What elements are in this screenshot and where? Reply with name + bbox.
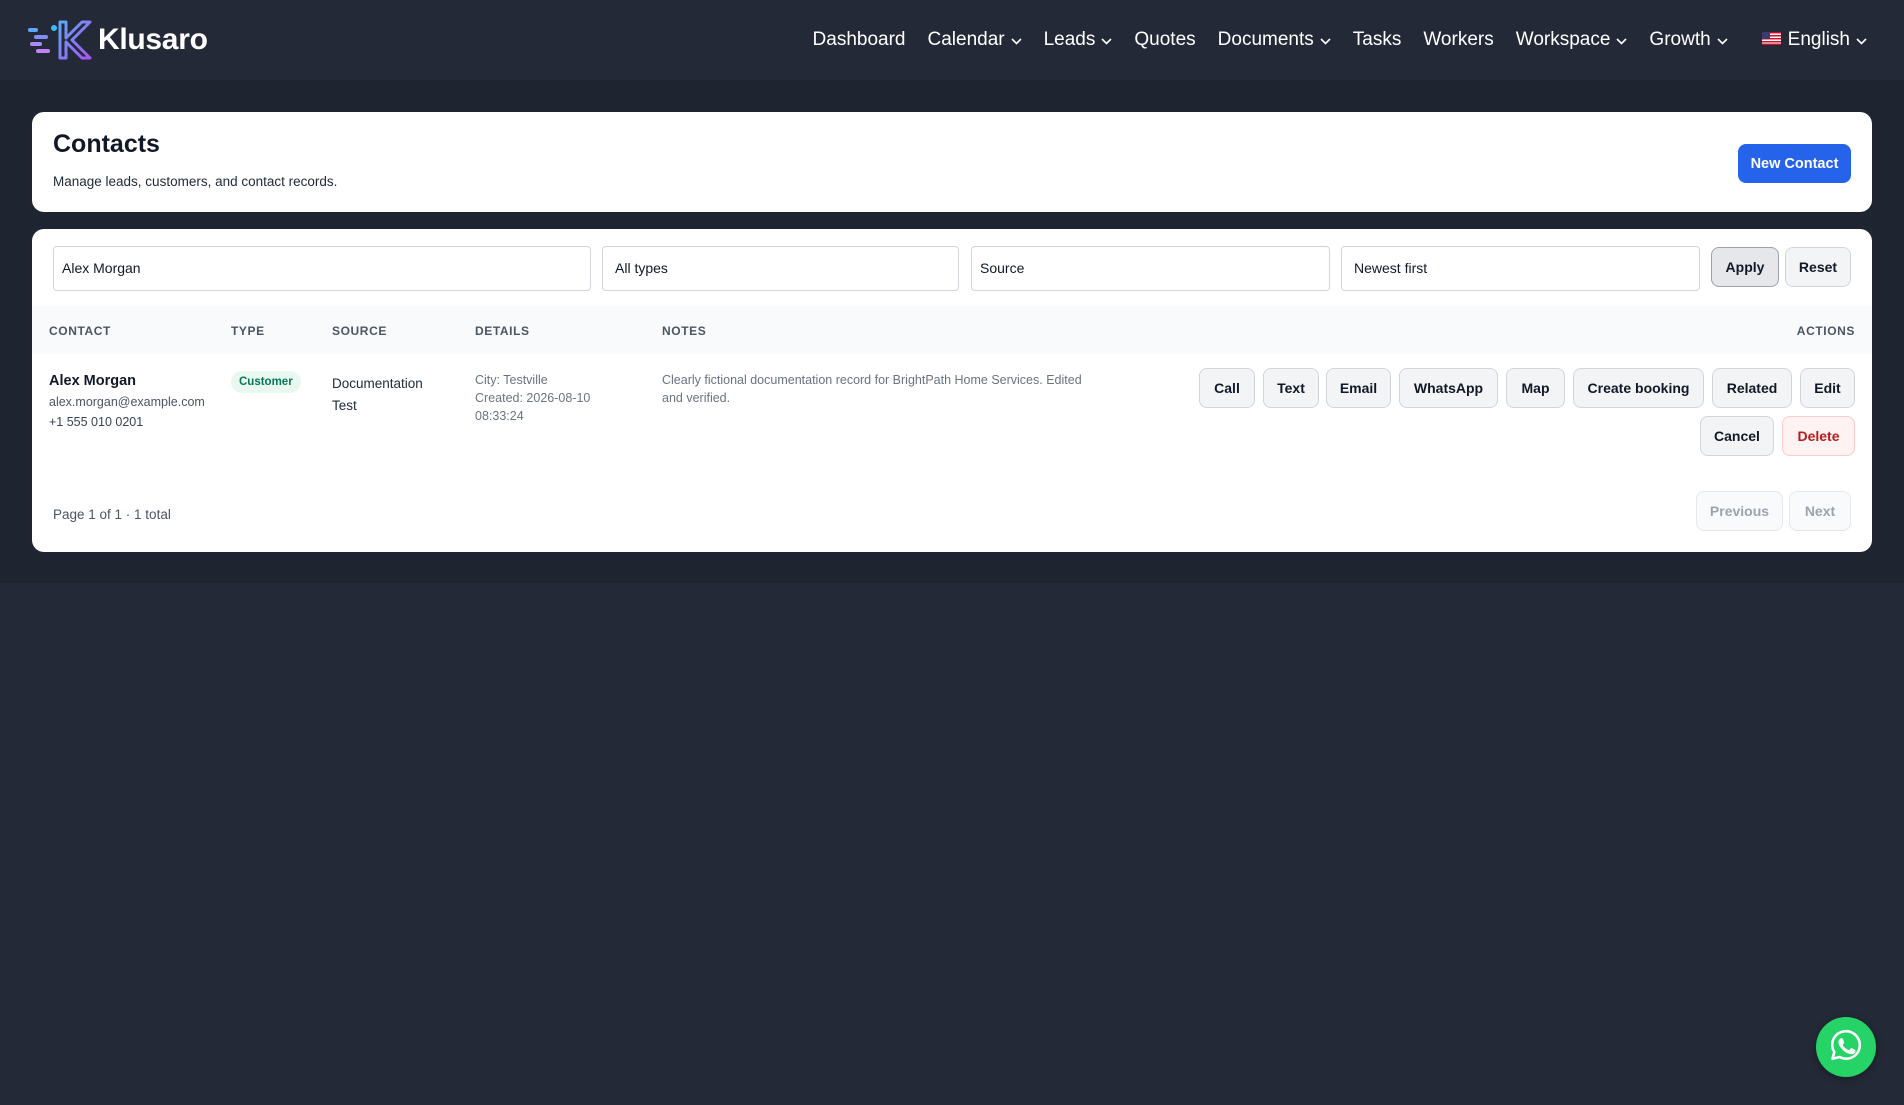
top-navigation-bar: Klusaro Dashboard Calendar Leads Quotes … <box>0 0 1904 80</box>
map-button[interactable]: Map <box>1506 368 1565 408</box>
page-subtitle: Manage leads, customers, and contact rec… <box>53 174 338 189</box>
nav-item-documents[interactable]: Documents <box>1207 20 1342 60</box>
column-header-contact: Contact <box>49 324 111 338</box>
brand-name: Klusaro <box>98 23 208 56</box>
type-select[interactable]: All types <box>602 246 959 291</box>
column-header-details: Details <box>475 324 530 338</box>
nav-item-tasks[interactable]: Tasks <box>1342 20 1413 60</box>
nav-item-calendar[interactable]: Calendar <box>917 20 1033 60</box>
email-button[interactable]: Email <box>1326 368 1391 408</box>
pagination-info: Page 1 of 1 · 1 total <box>53 507 171 522</box>
related-button[interactable]: Related <box>1712 368 1792 408</box>
source-input[interactable]: Source <box>971 246 1330 291</box>
create-booking-button[interactable]: Create booking <box>1573 368 1704 408</box>
page-title: Contacts <box>53 130 160 158</box>
sort-select[interactable]: Newest first <box>1341 246 1700 291</box>
language-label: English <box>1787 29 1850 50</box>
table-row: Alex Morgan alex.morgan@example.com +1 5… <box>32 354 1872 464</box>
nav-item-leads[interactable]: Leads <box>1033 20 1124 60</box>
new-contact-button[interactable]: New Contact <box>1738 144 1851 183</box>
brand-logo[interactable]: Klusaro <box>26 18 208 62</box>
column-header-type: Type <box>231 324 265 338</box>
reset-button[interactable]: Reset <box>1785 247 1851 287</box>
nav-item-label: Dashboard <box>812 29 906 50</box>
main-content: Contacts Manage leads, customers, and co… <box>0 80 1904 583</box>
search-input[interactable]: Alex Morgan <box>53 246 591 291</box>
table-header: Contact Type Source Details Notes Action… <box>32 306 1872 354</box>
nav-item-label: Workers <box>1423 29 1494 50</box>
nav-item-label: Tasks <box>1352 29 1402 50</box>
nav-item-label: Workspace <box>1515 29 1611 50</box>
details-city: City: Testville <box>475 373 548 387</box>
nav-item-label: Leads <box>1043 29 1096 50</box>
nav-item-label: Growth <box>1649 29 1711 50</box>
column-header-source: Source <box>332 324 387 338</box>
contacts-list-card: Alex Morgan All types Source Newest firs… <box>32 229 1872 552</box>
nav-item-dashboard[interactable]: Dashboard <box>802 20 917 60</box>
type-badge: Customer <box>231 371 301 393</box>
nav-item-quotes[interactable]: Quotes <box>1123 20 1206 60</box>
contact-details: City: Testville Created: 2026-08-10 08:3… <box>475 371 615 425</box>
chevron-down-icon <box>1101 29 1112 51</box>
nav-item-label: Documents <box>1217 29 1314 50</box>
next-page-button[interactable]: Next <box>1789 491 1851 531</box>
edit-button[interactable]: Edit <box>1800 368 1855 408</box>
whatsapp-floating-button[interactable] <box>1816 1017 1876 1077</box>
nav-item-growth[interactable]: Growth <box>1638 20 1738 60</box>
main-nav: Dashboard Calendar Leads Quotes Document… <box>802 20 1878 60</box>
chevron-down-icon <box>1856 29 1867 51</box>
details-created: Created: 2026-08-10 08:33:24 <box>475 391 591 423</box>
apply-button[interactable]: Apply <box>1711 247 1779 287</box>
cancel-button[interactable]: Cancel <box>1700 416 1774 456</box>
chevron-down-icon <box>1717 29 1728 51</box>
language-selector[interactable]: English <box>1751 20 1878 60</box>
chevron-down-icon <box>1320 29 1331 51</box>
previous-page-button[interactable]: Previous <box>1696 491 1783 531</box>
column-header-notes: Notes <box>662 324 707 338</box>
delete-button[interactable]: Delete <box>1782 416 1855 456</box>
contact-name[interactable]: Alex Morgan <box>49 373 136 389</box>
klusaro-logo-icon <box>26 18 92 62</box>
contact-notes: Clearly fictional documentation record f… <box>662 373 1082 405</box>
contact-source: Documentation Test <box>332 376 423 413</box>
nav-item-workspace[interactable]: Workspace <box>1505 20 1639 60</box>
whatsapp-button[interactable]: WhatsApp <box>1399 368 1498 408</box>
contact-phone: +1 555 010 0201 <box>49 415 144 429</box>
contact-email: alex.morgan@example.com <box>49 395 205 409</box>
nav-item-workers[interactable]: Workers <box>1412 20 1504 60</box>
chevron-down-icon <box>1011 29 1022 51</box>
whatsapp-icon <box>1829 1028 1863 1067</box>
text-button[interactable]: Text <box>1263 368 1319 408</box>
chevron-down-icon <box>1616 29 1627 51</box>
nav-item-label: Calendar <box>927 29 1005 50</box>
nav-item-label: Quotes <box>1134 29 1196 50</box>
call-button[interactable]: Call <box>1199 368 1255 408</box>
page-header-card: Contacts Manage leads, customers, and co… <box>32 112 1872 212</box>
column-header-actions: Actions <box>1796 324 1855 338</box>
us-flag-icon <box>1761 29 1781 51</box>
